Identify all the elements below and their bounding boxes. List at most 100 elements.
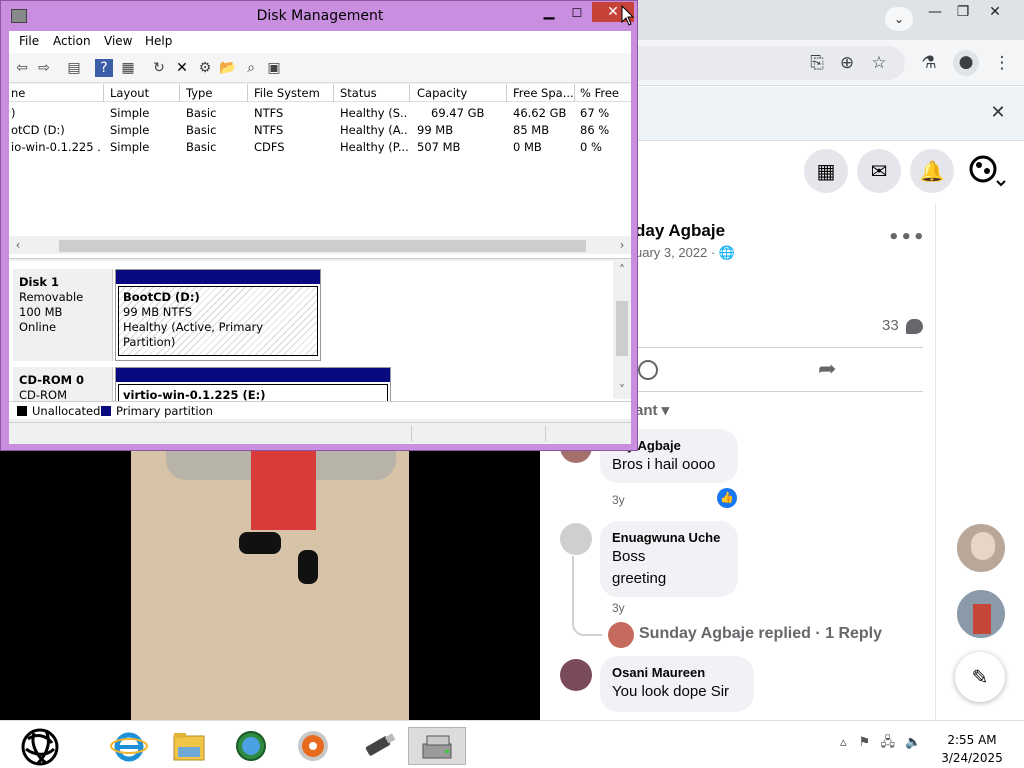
table-row[interactable]: io-win-0.1.225 ... Simple Basic CDFS Hea… xyxy=(9,138,631,155)
column-header-status[interactable]: Status xyxy=(340,86,408,100)
taskbar-usb-drive[interactable] xyxy=(346,727,404,765)
comment-author[interactable]: Enuagwuna Uche xyxy=(612,529,726,546)
partition-virtio-win[interactable]: virtio-win-0.1.225 (E:) xyxy=(115,367,391,401)
column-header-layout[interactable]: Layout xyxy=(110,86,178,100)
clock-time[interactable]: 2:55 AM xyxy=(940,733,1004,747)
refresh-icon[interactable]: ↻ xyxy=(150,59,168,77)
maximize-button[interactable]: ☐ xyxy=(565,5,589,23)
menu-file[interactable]: File xyxy=(19,34,39,48)
bookmark-star-icon[interactable]: ☆ xyxy=(867,51,891,75)
partition-status: Healthy (Active, Primary Partition) xyxy=(123,320,264,349)
taskbar-disk-management[interactable] xyxy=(408,727,466,765)
profile-icon[interactable]: ● xyxy=(953,50,979,76)
status-bar xyxy=(9,422,631,444)
commenter-avatar[interactable] xyxy=(560,659,592,691)
labs-flask-icon[interactable]: ⚗ xyxy=(917,51,941,75)
action-center-flag-icon[interactable]: ⚑ xyxy=(859,735,871,750)
system-tray: ▵ ⚑ 🖧 🔈 xyxy=(840,733,921,755)
minimize-button[interactable]: ▁ xyxy=(537,5,561,23)
column-header-volume[interactable]: ne xyxy=(11,86,101,100)
share-action-icon[interactable]: ➦ xyxy=(818,357,836,382)
search-icon[interactable]: ⌕ xyxy=(242,59,260,77)
comment-action-icon[interactable] xyxy=(638,360,658,380)
comment-sort-dropdown[interactable]: ant ▾ xyxy=(635,401,669,419)
disk-label-cd-rom-0[interactable]: CD-ROM 0 CD-ROM xyxy=(13,367,113,401)
comment-author[interactable]: Osani Maureen xyxy=(612,664,742,681)
start-button[interactable] xyxy=(16,725,68,767)
vertical-scrollbar[interactable]: ˄ ˅ xyxy=(613,261,631,399)
show-hidden-icons-icon[interactable]: ▵ xyxy=(840,735,847,750)
table-row[interactable]: ) Simple Basic NTFS Healthy (S... 69.47 … xyxy=(9,104,631,121)
more-vert-icon[interactable]: ⋮ xyxy=(990,51,1014,75)
back-arrow-icon[interactable]: ⇦ xyxy=(13,59,31,77)
column-separator[interactable] xyxy=(103,84,104,102)
column-header-free-space[interactable]: Free Spa... xyxy=(513,86,573,100)
help-icon[interactable]: ? xyxy=(95,59,113,77)
clock-date[interactable]: 3/24/2025 xyxy=(940,751,1004,765)
open-folder-icon[interactable]: 📂 xyxy=(219,59,237,77)
scroll-down-arrow-icon[interactable]: ˅ xyxy=(613,381,631,399)
zoom-icon[interactable]: ⊕ xyxy=(835,51,859,75)
globe-icon: 🌐 xyxy=(718,245,736,260)
column-separator[interactable] xyxy=(409,84,410,102)
messenger-icon[interactable]: ✉ xyxy=(857,149,901,193)
network-icon[interactable]: 🖧 xyxy=(880,735,895,750)
scroll-right-arrow-icon[interactable]: › xyxy=(613,236,631,254)
post-photo[interactable] xyxy=(131,450,409,720)
disk-label-disk-1[interactable]: Disk 1 Removable 100 MB Online xyxy=(13,269,113,361)
account-avatar[interactable] xyxy=(963,149,1007,193)
notifications-bell-icon[interactable]: 🔔 xyxy=(910,149,954,193)
scroll-thumb[interactable] xyxy=(59,240,586,252)
properties-icon[interactable]: ▦ xyxy=(119,59,137,77)
show-hide-console-tree-icon[interactable]: ▤ xyxy=(65,59,83,77)
scroll-thumb[interactable] xyxy=(616,301,628,356)
like-reaction-icon[interactable]: 👍 xyxy=(717,488,737,508)
post-author-name[interactable]: day Agbaje xyxy=(635,221,725,241)
post-options-icon[interactable]: ••• xyxy=(888,227,926,248)
column-separator[interactable] xyxy=(333,84,334,102)
post-date-text[interactable]: uary 3, 2022 · xyxy=(635,245,719,260)
contact-chat-avatar[interactable] xyxy=(955,588,1007,640)
cell-status: Healthy (S... xyxy=(340,106,408,120)
settings-icon[interactable]: ⚙ xyxy=(196,59,214,77)
comment-time[interactable]: 3y xyxy=(612,601,625,615)
horizontal-scrollbar[interactable]: ‹ › xyxy=(9,236,631,254)
scroll-left-arrow-icon[interactable]: ‹ xyxy=(9,236,27,254)
volume-icon[interactable]: 🔈 xyxy=(905,735,921,750)
partition-bootcd[interactable]: BootCD (D:) 99 MB NTFS Healthy (Active, … xyxy=(115,269,321,361)
column-separator[interactable] xyxy=(506,84,507,102)
column-header-file-system[interactable]: File System xyxy=(254,86,332,100)
comment-count[interactable]: 33 xyxy=(882,317,899,334)
reply-thread-line xyxy=(572,556,602,636)
contact-chat-avatar[interactable] xyxy=(955,522,1007,574)
table-row[interactable]: otCD (D:) Simple Basic NTFS Healthy (A..… xyxy=(9,121,631,138)
column-header-capacity[interactable]: Capacity xyxy=(417,86,505,100)
taskbar-media-disc[interactable] xyxy=(284,727,342,765)
forward-arrow-icon[interactable]: ⇨ xyxy=(35,59,53,77)
view-replies-link[interactable]: Sunday Agbaje replied · 1 Reply xyxy=(639,625,882,643)
menu-action[interactable]: Action xyxy=(53,34,91,48)
menu-view[interactable]: View xyxy=(104,34,132,48)
scroll-up-arrow-icon[interactable]: ˄ xyxy=(613,261,631,279)
tab-search-chevron-down-icon[interactable]: ⌄ xyxy=(885,7,913,31)
taskbar-file-explorer[interactable] xyxy=(160,727,218,765)
rescan-disks-icon[interactable]: ▣ xyxy=(265,59,283,77)
window-titlebar[interactable]: Disk Management ▁ ☐ ✕ xyxy=(1,1,637,31)
column-separator[interactable] xyxy=(247,84,248,102)
delete-icon[interactable]: ✕ xyxy=(173,59,191,77)
infobar-close-icon[interactable]: ✕ xyxy=(986,101,1010,125)
column-separator[interactable] xyxy=(179,84,180,102)
install-icon[interactable]: ⎘ xyxy=(805,51,829,75)
partition-details: BootCD (D:) 99 MB NTFS Healthy (Active, … xyxy=(118,286,318,356)
column-header-type[interactable]: Type xyxy=(186,86,246,100)
new-message-compose-icon[interactable]: ✎ xyxy=(955,652,1005,702)
taskbar-internet-explorer[interactable] xyxy=(100,727,158,765)
column-header-percent-free[interactable]: % Free xyxy=(580,86,630,100)
commenter-avatar[interactable] xyxy=(560,523,592,555)
menu-help[interactable]: Help xyxy=(145,34,172,48)
taskbar-network-globe[interactable] xyxy=(222,727,280,765)
comment-time[interactable]: 3y xyxy=(612,493,625,507)
column-separator[interactable] xyxy=(574,84,575,102)
menu-grid-icon[interactable]: ▦ xyxy=(804,149,848,193)
browser-close-button[interactable]: ✕ xyxy=(972,0,1018,26)
